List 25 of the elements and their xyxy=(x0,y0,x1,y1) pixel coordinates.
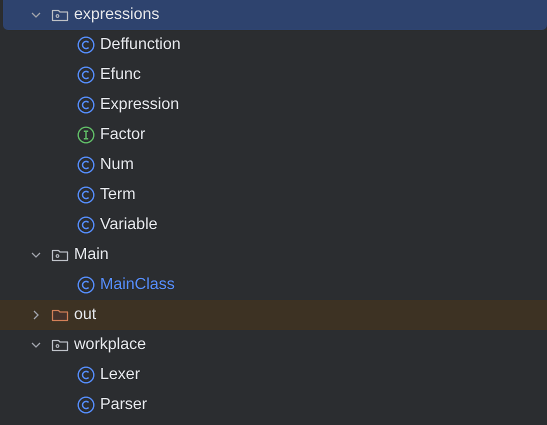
interface-icon xyxy=(76,125,96,145)
class-icon xyxy=(76,275,96,295)
selected-row[interactable]: expressions xyxy=(3,0,547,30)
tree-item-label[interactable]: out xyxy=(74,306,96,324)
tree-item-label[interactable]: Deffunction xyxy=(100,36,181,54)
class-icon xyxy=(76,95,96,115)
class-icon xyxy=(76,65,96,85)
class-icon xyxy=(76,215,96,235)
class-icon xyxy=(76,395,96,415)
tree-item-label[interactable]: Parser xyxy=(100,396,148,414)
tree-item-label[interactable]: workplace xyxy=(74,336,146,354)
tree-item-label[interactable]: expressions xyxy=(74,6,160,24)
tree-item-label[interactable]: Num xyxy=(100,156,134,174)
class-icon xyxy=(76,155,96,175)
tree-item-label[interactable]: Factor xyxy=(100,126,146,144)
tree-item-label[interactable]: Expression xyxy=(100,96,180,114)
tree-item-label[interactable]: Efunc xyxy=(100,66,141,84)
tree-item-label[interactable]: Main xyxy=(74,246,109,264)
tree-item-label[interactable]: Term xyxy=(100,186,136,204)
class-icon xyxy=(76,35,96,55)
tree-item-label[interactable]: Lexer xyxy=(100,366,140,384)
class-icon xyxy=(76,185,96,205)
class-icon xyxy=(76,365,96,385)
tree-item-label[interactable]: Variable xyxy=(100,216,158,234)
tree-item-label[interactable]: MainClass xyxy=(100,276,175,294)
